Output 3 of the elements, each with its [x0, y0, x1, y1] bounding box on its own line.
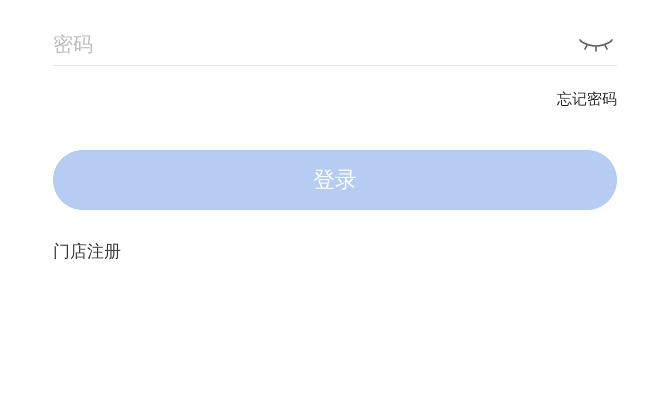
store-register-link[interactable]: 门店注册: [53, 240, 121, 263]
password-field[interactable]: 密码: [53, 32, 579, 56]
forgot-password-link[interactable]: 忘记密码: [557, 90, 617, 109]
